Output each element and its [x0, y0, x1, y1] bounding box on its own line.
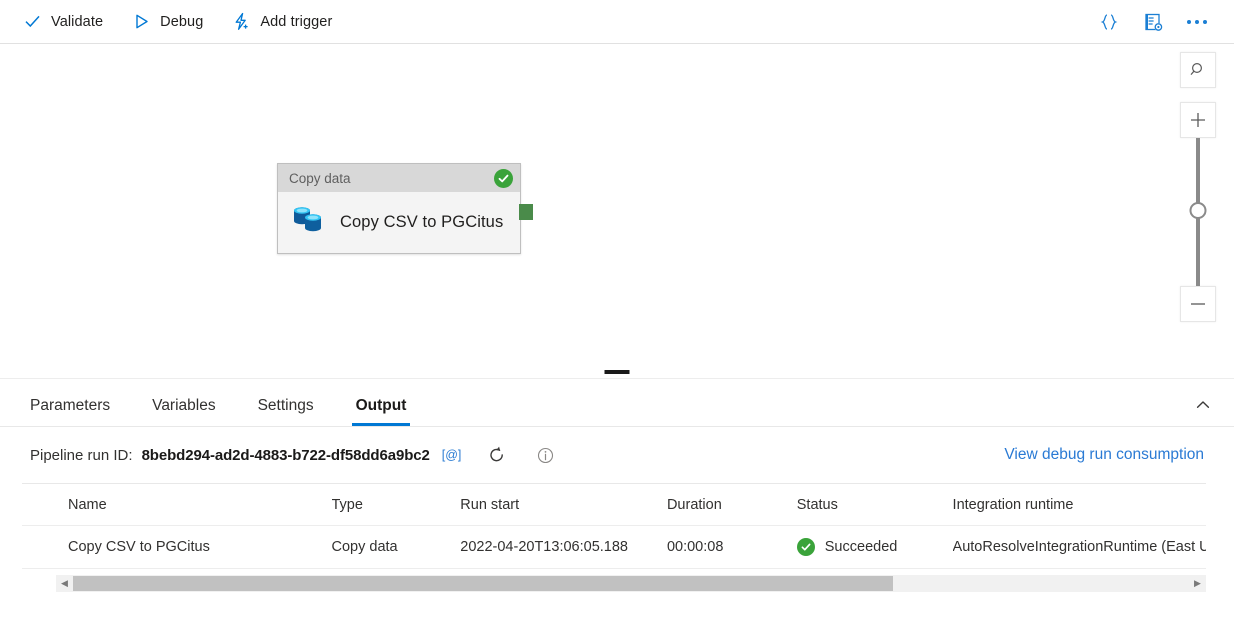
- panel-splitter[interactable]: [0, 368, 1234, 379]
- success-check-icon: [797, 538, 815, 556]
- table-head: Name Type Run start Duration Status Inte…: [22, 484, 1206, 526]
- view-debug-run-consumption-link[interactable]: View debug run consumption: [1004, 446, 1204, 464]
- debug-label: Debug: [160, 14, 203, 30]
- refresh-icon[interactable]: [483, 441, 511, 469]
- status-badge: Succeeded: [797, 538, 953, 556]
- chevron-up-icon[interactable]: [1186, 388, 1220, 422]
- copy-run-id-icon[interactable]: [@]: [442, 448, 462, 462]
- add-trigger-button[interactable]: Add trigger: [227, 7, 342, 37]
- zoom-slider[interactable]: [1180, 138, 1216, 286]
- table-row[interactable]: Copy CSV to PGCitus Copy data 2022-04-20…: [22, 526, 1206, 569]
- tab-settings[interactable]: Settings: [256, 397, 316, 426]
- pipeline-canvas[interactable]: Copy data: [0, 44, 1234, 368]
- toolbar-right-actions: [1096, 9, 1220, 35]
- activity-output-connector[interactable]: [519, 204, 533, 220]
- activity-runs-table-wrapper: Name Type Run start Duration Status Inte…: [22, 483, 1206, 569]
- tab-variables[interactable]: Variables: [150, 397, 217, 426]
- lightning-plus-icon: [231, 12, 251, 32]
- ellipsis-glyph: [1187, 20, 1207, 24]
- cell-type: Copy data: [332, 526, 461, 569]
- column-header-integration-runtime[interactable]: Integration runtime: [953, 484, 1206, 526]
- more-options-icon[interactable]: [1184, 9, 1210, 35]
- cell-run-start: 2022-04-20T13:06:05.188: [460, 526, 667, 569]
- copy-data-database-icon: [292, 204, 326, 241]
- activity-name-label: Copy CSV to PGCitus: [340, 213, 503, 232]
- scroll-right-arrow-icon[interactable]: ▶: [1189, 575, 1206, 592]
- canvas-zoom-controls: [1180, 52, 1216, 322]
- activity-copy-data[interactable]: Copy data: [277, 163, 521, 254]
- activity-type-label: Copy data: [289, 171, 494, 186]
- validate-button[interactable]: Validate: [18, 7, 113, 37]
- cell-name-text: Copy CSV to PGCitus: [68, 539, 332, 555]
- cell-integration-runtime: AutoResolveIntegrationRuntime (East US): [953, 526, 1206, 569]
- checkmark-icon: [22, 12, 42, 32]
- scrollbar-track[interactable]: [73, 575, 1189, 592]
- pipeline-run-id-label: Pipeline run ID:: [30, 447, 133, 464]
- cell-duration-text: 00:00:08: [667, 539, 797, 555]
- cell-run-start-text: 2022-04-20T13:06:05.188: [460, 539, 667, 555]
- activity-body: Copy CSV to PGCitus: [278, 192, 520, 253]
- activity-header: Copy data: [278, 164, 520, 192]
- zoom-out-button[interactable]: [1180, 286, 1216, 322]
- zoom-to-fit-button[interactable]: [1180, 52, 1216, 88]
- column-header-duration[interactable]: Duration: [667, 484, 797, 526]
- column-header-name[interactable]: Name: [22, 484, 332, 526]
- scrollbar-thumb[interactable]: [73, 576, 893, 591]
- add-trigger-label: Add trigger: [260, 14, 332, 30]
- scroll-left-arrow-icon[interactable]: ◀: [56, 575, 73, 592]
- pipeline-run-id-value: 8bebd294-ad2d-4883-b722-df58dd6a9bc2: [142, 447, 430, 464]
- column-header-status[interactable]: Status: [797, 484, 953, 526]
- bottom-panel: Parameters Variables Settings Output Pip…: [0, 379, 1234, 627]
- top-toolbar: Validate Debug Add trigger: [0, 0, 1234, 44]
- table-body: Copy CSV to PGCitus Copy data 2022-04-20…: [22, 526, 1206, 569]
- cell-integration-runtime-text: AutoResolveIntegrationRuntime (East US): [953, 539, 1206, 555]
- table-horizontal-scrollbar[interactable]: ◀ ▶: [56, 575, 1206, 592]
- cell-duration: 00:00:08: [667, 526, 797, 569]
- pipeline-run-id-row: Pipeline run ID: 8bebd294-ad2d-4883-b722…: [0, 427, 1234, 483]
- code-braces-icon[interactable]: [1096, 9, 1122, 35]
- cell-status-text: Succeeded: [825, 539, 898, 555]
- cell-status: Succeeded: [797, 526, 953, 569]
- tab-parameters[interactable]: Parameters: [28, 397, 112, 426]
- activity-success-badge: [494, 169, 513, 188]
- debug-button[interactable]: Debug: [127, 7, 213, 37]
- table-header-row: Name Type Run start Duration Status Inte…: [22, 484, 1206, 526]
- column-header-run-start[interactable]: Run start: [460, 484, 667, 526]
- tab-output[interactable]: Output: [354, 397, 409, 426]
- splitter-grip[interactable]: [605, 370, 630, 374]
- validate-label: Validate: [51, 14, 103, 30]
- zoom-slider-thumb[interactable]: [1190, 202, 1207, 219]
- bottom-panel-tabs: Parameters Variables Settings Output: [0, 379, 1234, 427]
- column-header-type[interactable]: Type: [332, 484, 461, 526]
- properties-icon[interactable]: [1140, 9, 1166, 35]
- zoom-in-button[interactable]: [1180, 102, 1216, 138]
- info-icon[interactable]: [531, 441, 559, 469]
- cell-name: Copy CSV to PGCitus: [22, 526, 332, 569]
- cell-type-text: Copy data: [332, 539, 461, 555]
- play-icon: [131, 12, 151, 32]
- activity-runs-table: Name Type Run start Duration Status Inte…: [22, 484, 1206, 569]
